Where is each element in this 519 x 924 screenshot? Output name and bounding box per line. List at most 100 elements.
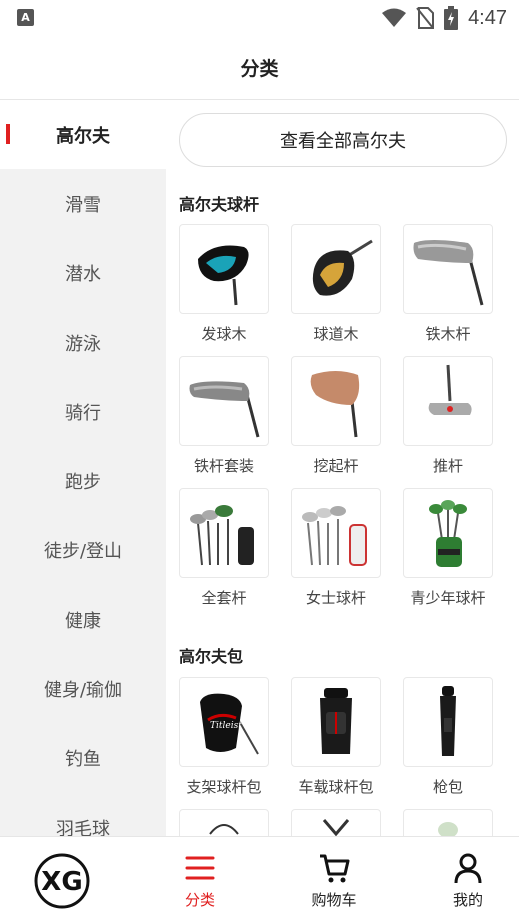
category-item-hybrid-iron[interactable]: 铁木杆 — [403, 224, 493, 344]
sidebar-item-skiing[interactable]: 滑雪 — [0, 169, 166, 238]
tab-label: 购物车 — [311, 891, 357, 909]
sidebar-item-golf[interactable]: 高尔夫 — [0, 100, 166, 170]
bottom-tab-bar: XG 分类 购物车 我的 — [0, 836, 519, 924]
product-thumbnail — [291, 356, 381, 446]
app-notification-icon: A — [17, 9, 34, 26]
sidebar-item-badminton[interactable]: 羽毛球 — [0, 793, 166, 836]
category-item-partial[interactable] — [291, 809, 381, 836]
sidebar-item-label: 高尔夫 — [56, 125, 110, 147]
sidebar-item-label: 游泳 — [65, 333, 101, 355]
category-item-womens-clubs[interactable]: 女士球杆 — [291, 488, 381, 608]
wifi-icon — [382, 8, 407, 27]
item-label: 青少年球杆 — [410, 589, 486, 607]
sidebar-item-fishing[interactable]: 钓鱼 — [0, 724, 166, 793]
sidebar-item-diving[interactable]: 潜水 — [0, 239, 166, 308]
sidebar-item-label: 钓鱼 — [65, 749, 101, 771]
category-item-wedge[interactable]: 挖起杆 — [291, 356, 381, 476]
status-bar: A 4:47 — [0, 0, 519, 36]
category-item-full-set[interactable]: 全套杆 — [179, 488, 269, 608]
sidebar-item-label: 健康 — [65, 610, 101, 632]
product-thumbnail — [179, 488, 269, 578]
iron-set-icon — [189, 381, 260, 438]
junior-clubs-icon — [429, 500, 467, 567]
sidebar-item-cycling[interactable]: 骑行 — [0, 377, 166, 446]
item-label: 发球木 — [201, 325, 247, 343]
fairway-wood-icon — [312, 239, 373, 296]
item-label: 铁木杆 — [425, 325, 471, 343]
sidebar-item-hiking[interactable]: 徒步/登山 — [0, 516, 166, 585]
item-label: 推杆 — [432, 457, 463, 475]
category-item-driver[interactable]: 发球木 — [179, 224, 269, 344]
category-item-partial[interactable] — [179, 809, 269, 836]
putter-icon — [428, 364, 472, 415]
sidebar-item-health[interactable]: 健康 — [0, 585, 166, 654]
tab-category[interactable]: 分类 — [140, 837, 260, 924]
category-item-fairway-wood[interactable]: 球道木 — [291, 224, 381, 344]
product-thumbnail — [403, 677, 493, 767]
pencil-bag-icon — [440, 686, 456, 756]
sidebar-item-label: 跑步 — [65, 472, 101, 494]
svg-text:XG: XG — [41, 867, 82, 897]
view-all-button[interactable]: 查看全部高尔夫 — [179, 113, 507, 167]
product-thumbnail — [291, 677, 381, 767]
cart-icon — [320, 854, 350, 883]
sidebar-item-running[interactable]: 跑步 — [0, 446, 166, 515]
tab-cart[interactable]: 购物车 — [274, 837, 394, 924]
category-item-iron-set[interactable]: 铁杆套装 — [179, 356, 269, 476]
sidebar-item-label: 健身/瑜伽 — [43, 680, 123, 702]
tab-label: 分类 — [184, 891, 215, 909]
page-title: 分类 — [240, 58, 279, 80]
xg-logo-icon: XG — [34, 853, 90, 909]
product-thumbnail — [179, 224, 269, 314]
item-label: 枪包 — [432, 778, 463, 796]
product-thumbnail — [291, 809, 381, 836]
sidebar-item-label: 潜水 — [65, 264, 101, 286]
full-set-icon — [190, 505, 254, 566]
cart-bag-icon — [320, 688, 352, 754]
product-thumbnail — [403, 224, 493, 314]
tab-profile[interactable]: 我的 — [408, 837, 519, 924]
category-item-junior-clubs[interactable]: 青少年球杆 — [403, 488, 493, 608]
bag-icon — [322, 819, 350, 836]
user-icon — [454, 853, 482, 884]
category-item-stand-bag[interactable]: Titleist 支架球杆包 — [179, 677, 269, 797]
sidebar-item-label: 骑行 — [65, 402, 101, 424]
category-item-pencil-bag[interactable]: 枪包 — [403, 677, 493, 797]
status-time: 4:47 — [468, 6, 507, 29]
sidebar-item-swimming[interactable]: 游泳 — [0, 308, 166, 377]
sidebar-item-fitness[interactable]: 健身/瑜伽 — [0, 654, 166, 723]
category-sidebar[interactable]: 高尔夫 滑雪 潜水 游泳 骑行 跑步 徒步/登山 健康 健身/瑜伽 钓鱼 羽毛球 — [0, 100, 166, 836]
hybrid-iron-icon — [413, 240, 484, 306]
category-content[interactable]: 查看全部高尔夫 高尔夫球杆 发球木 球道木 铁木杆 铁杆套装 挖起杆 推杆 全套… — [166, 100, 519, 836]
item-label: 女士球杆 — [305, 589, 366, 607]
driver-icon — [198, 245, 249, 306]
wedge-icon — [310, 371, 360, 438]
stand-bag-icon: Titleist — [200, 693, 259, 755]
product-thumbnail: Titleist — [179, 677, 269, 767]
womens-clubs-icon — [302, 506, 367, 566]
bag-icon — [209, 824, 239, 835]
bag-icon — [438, 822, 458, 836]
product-thumbnail — [403, 356, 493, 446]
sidebar-item-label: 滑雪 — [65, 194, 101, 216]
sidebar-item-label: 徒步/登山 — [43, 541, 123, 563]
item-label: 挖起杆 — [313, 457, 359, 475]
product-thumbnail — [403, 488, 493, 578]
sidebar-item-label: 羽毛球 — [56, 818, 110, 836]
page-header: 分类 — [0, 36, 519, 100]
status-icons: 4:47 — [382, 6, 507, 30]
tab-home-logo[interactable]: XG — [2, 837, 122, 924]
item-label: 全套杆 — [201, 589, 247, 607]
section-title-golf-clubs: 高尔夫球杆 — [179, 195, 260, 214]
product-thumbnail — [291, 224, 381, 314]
category-item-partial[interactable] — [403, 809, 493, 836]
item-label: 车载球杆包 — [298, 778, 374, 796]
section-title-golf-bags: 高尔夫包 — [179, 647, 244, 666]
item-label: 支架球杆包 — [186, 778, 262, 796]
no-sim-icon — [416, 7, 435, 29]
item-label: 球道木 — [313, 325, 359, 343]
svg-text:Titleist: Titleist — [210, 721, 242, 731]
category-item-cart-bag[interactable]: 车载球杆包 — [291, 677, 381, 797]
tab-label: 我的 — [452, 891, 483, 909]
category-item-putter[interactable]: 推杆 — [403, 356, 493, 476]
